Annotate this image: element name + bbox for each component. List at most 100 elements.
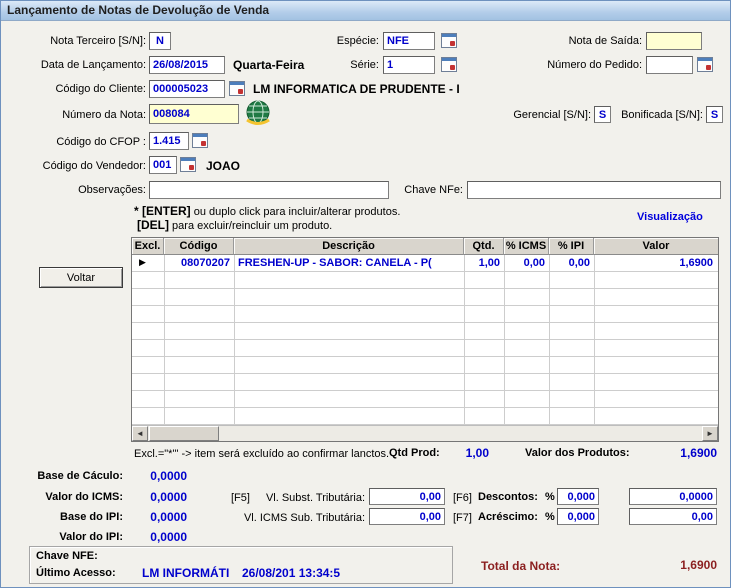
visualizacao-link[interactable]: Visualização — [637, 211, 703, 223]
valor-ipi-label: Valor do IPI: — [21, 531, 123, 543]
cliente-lookup-icon[interactable] — [229, 81, 245, 96]
descontos-label: Descontos: — [478, 491, 538, 503]
app-window: Lançamento de Notas de Devolução de Vend… — [0, 0, 731, 588]
row-marker-icon: ▶ — [139, 255, 146, 271]
serie-label: Série: — [301, 59, 379, 72]
bonificada-input[interactable] — [706, 106, 723, 123]
numero-pedido-input[interactable] — [646, 56, 693, 74]
descontos-percent-sign: % — [545, 491, 555, 503]
excl-note: Excl.="*"' -> item será excluído ao conf… — [134, 448, 389, 460]
acrescimo-percent-sign: % — [545, 511, 555, 523]
bonificada-label: Bonificada [S/N]: — [613, 109, 703, 122]
scroll-left-icon[interactable]: ◄ — [132, 426, 148, 441]
cfop-input[interactable] — [149, 132, 189, 150]
nota-terceiro-input[interactable] — [149, 32, 171, 50]
vl-subst-input[interactable] — [369, 488, 445, 505]
enter-hint-text: ou duplo click para incluir/alterar prod… — [191, 206, 401, 218]
col-header-valor: Valor — [594, 238, 718, 255]
voltar-button[interactable]: Voltar — [39, 267, 123, 288]
titlebar[interactable]: Lançamento de Notas de Devolução de Vend… — [1, 1, 730, 21]
scroll-right-icon[interactable]: ► — [702, 426, 718, 441]
cliente-nome: LM INFORMATICA DE PRUDENTE - I — [253, 82, 460, 96]
weekday-label: Quarta-Feira — [233, 58, 304, 72]
f5-key: [F5] — [231, 492, 250, 504]
descontos-valor-input[interactable] — [629, 488, 717, 505]
descontos-pct-input[interactable] — [557, 488, 599, 505]
nota-terceiro-label: Nota Terceiro [S/N]: — [31, 35, 146, 48]
acrescimo-valor-input[interactable] — [629, 508, 717, 525]
cell-qtd: 1,00 — [464, 255, 500, 271]
vendedor-input[interactable] — [149, 156, 177, 174]
codigo-cliente-label: Código do Cliente: — [31, 83, 146, 96]
grid-body: ▶ 08070207 FRESHEN-UP - SABOR: CANELA - … — [132, 255, 718, 425]
data-lancamento-label: Data de Lançamento: — [31, 59, 146, 72]
total-nota-value: 1,6900 — [641, 558, 717, 572]
del-key-label: [DEL] — [137, 218, 169, 232]
chave-nfe-input[interactable] — [467, 181, 721, 199]
vendedor-lookup-icon[interactable] — [180, 157, 196, 172]
ultimo-acesso-label: Último Acesso: — [36, 567, 116, 579]
gerencial-label: Gerencial [S/N]: — [499, 109, 591, 122]
cell-descricao: FRESHEN-UP - SABOR: CANELA - P( — [238, 255, 460, 271]
valor-produtos-value: 1,6900 — [649, 446, 717, 460]
vendedor-label: Código do Vendedor: — [31, 160, 146, 173]
vl-subst-label: Vl. Subst. Tributária: — [253, 492, 365, 504]
window-title: Lançamento de Notas de Devolução de Vend… — [7, 3, 269, 17]
especie-input[interactable] — [383, 32, 435, 50]
grid-column-line — [504, 255, 505, 425]
col-header-descricao: Descrição — [234, 238, 464, 255]
serie-lookup-icon[interactable] — [441, 57, 457, 72]
product-row[interactable]: ▶ 08070207 FRESHEN-UP - SABOR: CANELA - … — [132, 255, 718, 272]
base-calculo-value: 0,0000 — [127, 469, 187, 483]
footer-info-box: Chave NFE: Último Acesso: LM INFORMÁTI 2… — [29, 546, 453, 584]
hint-enter: * [ENTER] ou duplo click para incluir/al… — [134, 204, 400, 218]
nota-saida-label: Nota de Saída: — [532, 35, 642, 48]
col-header-icms: % ICMS — [504, 238, 549, 255]
nota-saida-input[interactable] — [646, 32, 702, 50]
base-ipi-label: Base do IPI: — [21, 511, 123, 523]
scroll-thumb[interactable] — [149, 426, 219, 441]
grid-column-line — [164, 255, 165, 425]
col-header-qtd: Qtd. — [464, 238, 504, 255]
observacoes-label: Observações: — [31, 184, 146, 197]
nfe-globe-icon[interactable] — [244, 99, 274, 127]
base-calculo-label: Base de Cáculo: — [21, 470, 123, 482]
cell-ipi: 0,00 — [549, 255, 590, 271]
data-lancamento-input[interactable] — [149, 56, 225, 74]
base-ipi-value: 0,0000 — [127, 510, 187, 524]
numero-pedido-lookup-icon[interactable] — [697, 57, 713, 72]
valor-icms-label: Valor do ICMS: — [21, 491, 123, 503]
acrescimo-pct-input[interactable] — [557, 508, 599, 525]
codigo-cliente-input[interactable] — [149, 80, 225, 98]
cfop-label: Código do CFOP : — [31, 136, 146, 149]
grid-column-line — [549, 255, 550, 425]
hint-del: [DEL] para excluir/reincluir um produto. — [137, 218, 332, 232]
valor-icms-value: 0,0000 — [127, 490, 187, 504]
valor-produtos-label: Valor dos Produtos: — [525, 447, 630, 459]
numero-pedido-label: Número do Pedido: — [532, 59, 642, 72]
grid-hscrollbar[interactable]: ◄ ► — [132, 425, 718, 441]
qtd-prod-value: 1,00 — [431, 446, 489, 460]
numero-nota-input[interactable] — [149, 104, 239, 124]
col-header-codigo: Código — [164, 238, 234, 255]
cell-valor: 1,6900 — [594, 255, 713, 271]
cfop-lookup-icon[interactable] — [192, 133, 208, 148]
vendedor-nome: JOAO — [206, 159, 240, 173]
f6-key: [F6] — [453, 492, 472, 504]
especie-label: Espécie: — [301, 35, 379, 48]
grid-column-line — [234, 255, 235, 425]
cell-codigo: 08070207 — [166, 255, 230, 271]
observacoes-input[interactable] — [149, 181, 389, 199]
vl-icms-sub-label: Vl. ICMS Sub. Tributária: — [231, 512, 365, 524]
serie-input[interactable] — [383, 56, 435, 74]
footer-chave-nfe-label: Chave NFE: — [36, 550, 98, 562]
grid-column-line — [464, 255, 465, 425]
ultimo-acesso-datetime: 26/08/201 13:34:5 — [242, 566, 340, 580]
enter-key-label: * [ENTER] — [134, 204, 191, 218]
vl-icms-sub-input[interactable] — [369, 508, 445, 525]
especie-lookup-icon[interactable] — [441, 33, 457, 48]
col-header-ipi: % IPI — [549, 238, 594, 255]
gerencial-input[interactable] — [594, 106, 611, 123]
valor-ipi-value: 0,0000 — [127, 530, 187, 544]
numero-nota-label: Número da Nota: — [31, 109, 146, 122]
